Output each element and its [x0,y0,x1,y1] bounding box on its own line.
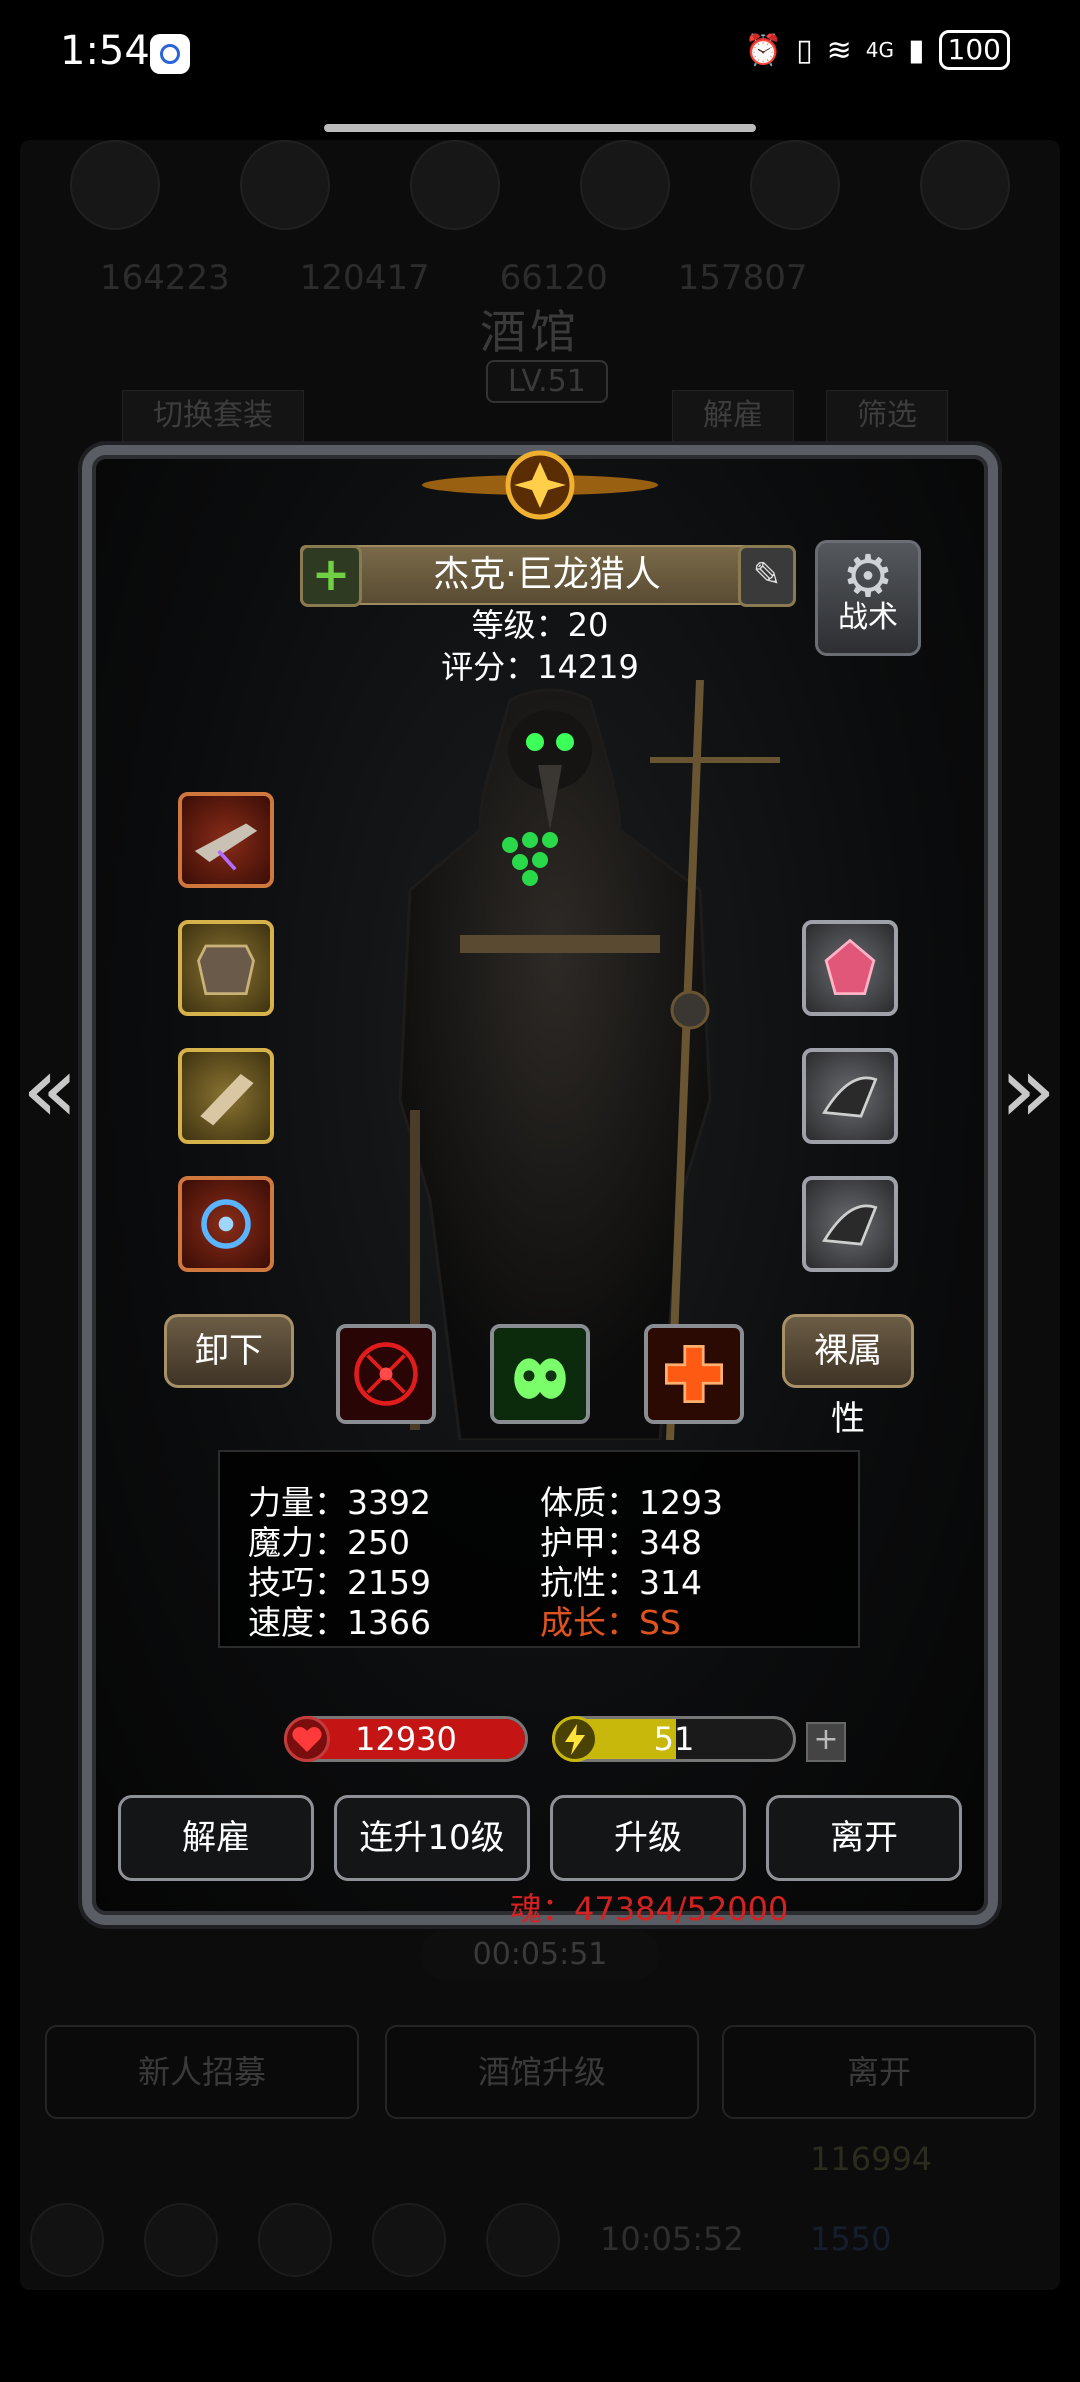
tactics-label: 战术 [838,600,898,635]
skill-slot-2[interactable] [490,1324,590,1424]
bg-dock-icon [30,2203,104,2277]
equip-slot-armor[interactable] [178,920,274,1016]
amulet-icon [201,1199,251,1249]
bg-tavern-title: 酒馆 [480,305,580,359]
status-bar: 1:54 ⏰ ▯ ≋ 4G ▮ 100 [0,0,1080,110]
bg-icon [750,140,840,230]
next-hero-arrow[interactable]: » [988,1035,1068,1145]
emblem-icon [422,450,658,520]
claw-icon [822,1076,878,1118]
base-attributes-button[interactable]: 裸属性 [782,1314,914,1439]
bg-icon [70,140,160,230]
bg-dock-icon [258,2203,332,2277]
bg-icon [920,140,1010,230]
level-up-10-button[interactable]: 连升10级 [334,1795,530,1881]
wifi-icon: ≋ [826,32,852,68]
status-icons: ⏰ ▯ ≋ 4G ▮ 100 [745,30,1010,70]
hero-name-bar: 杰克·巨龙猎人 [300,545,794,605]
gesture-handle[interactable] [324,124,756,132]
equip-slot-ring-2[interactable] [802,1176,898,1272]
skill-slot-1[interactable] [336,1324,436,1424]
bg-filter-tab: 筛选 [826,390,948,442]
bg-icon [580,140,670,230]
alarm-icon: ⏰ [744,32,783,68]
signal-icon: ▮ [908,32,925,68]
equip-slot-gloves[interactable] [178,1048,274,1144]
bg-dock-icon [486,2203,560,2277]
vibrate-icon: ▯ [796,32,813,68]
soul-counter: 魂：47384/52000 [510,1890,789,1928]
gauntlet-icon [200,1074,254,1126]
app-notification-icon [150,34,190,74]
bg-switch-outfit-tab: 切换套装 [122,390,304,442]
bg-number: 157807 [677,258,808,298]
stat-growth: 成长：SS [540,1603,681,1642]
bg-gold-value: 116994 [810,2140,933,2178]
hero-level: 等级：20 [471,606,609,644]
status-time: 1:54 [60,28,150,74]
pistol-icon [194,823,258,871]
equip-slot-weapon[interactable] [178,792,274,888]
bg-icon [410,140,500,230]
claw-icon [822,1204,878,1246]
gem-icon [824,938,876,996]
poison-skill-icon [494,1328,586,1420]
bg-number: 66120 [499,258,608,298]
heart-icon [284,1716,330,1762]
add-energy-button[interactable]: + [806,1722,846,1762]
bg-dock-icon [372,2203,446,2277]
lightning-icon [552,1716,598,1762]
stat-speed: 速度：1366 [248,1603,431,1642]
add-icon[interactable]: + [300,545,362,607]
equip-slot-ring-1[interactable] [802,1048,898,1144]
edit-name-icon[interactable]: ✎ [738,545,796,607]
tactics-button[interactable]: ⚙ 战术 [815,540,921,656]
bg-level-badge: LV.51 [486,360,608,403]
heal-skill-icon [648,1328,740,1420]
bg-number: 120417 [299,258,430,298]
bg-top-icons [30,140,1050,240]
dismiss-button[interactable]: 解雇 [118,1795,314,1881]
bg-dismiss-tab: 解雇 [672,390,794,442]
target-skill-icon [340,1328,432,1420]
bg-recruit-button: 新人招募 [45,2025,359,2119]
bg-dock [30,2190,1050,2290]
bg-number: 164223 [100,258,230,298]
bg-icon [240,140,330,230]
skill-slot-3[interactable] [644,1324,744,1424]
unequip-button[interactable]: 卸下 [164,1314,294,1388]
bg-upgrade-tavern-button: 酒馆升级 [385,2025,699,2119]
network-type: 4G [865,38,895,62]
upgrade-button[interactable]: 升级 [550,1795,746,1881]
leave-button[interactable]: 离开 [766,1795,962,1881]
bg-leave-button: 离开 [722,2025,1036,2119]
equip-slot-accessory[interactable] [178,1176,274,1272]
hero-name: 杰克·巨龙猎人 [433,554,661,595]
battery-indicator: 100 [938,30,1010,70]
bg-resource-numbers: 164223 120417 66120 157807 [100,258,808,298]
armor-icon [197,944,255,996]
equip-slot-gem[interactable] [802,920,898,1016]
prev-hero-arrow[interactable]: « [10,1035,90,1145]
bg-timer: 00:05:51 [420,1930,660,1980]
bg-dock-icon [144,2203,218,2277]
